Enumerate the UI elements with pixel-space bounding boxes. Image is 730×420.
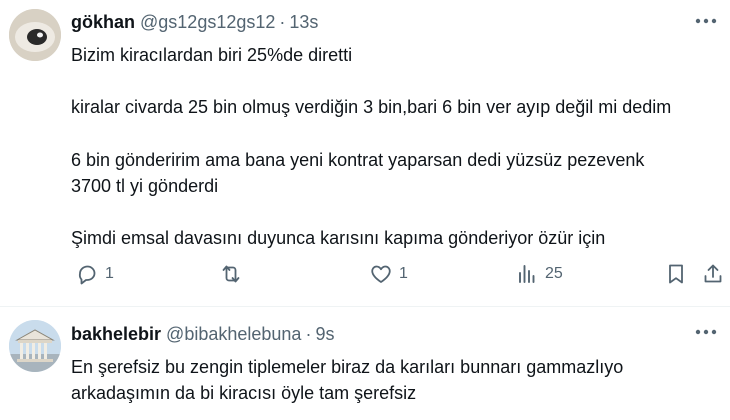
tweet-text-line: Bizim kiracılardan biri 25%de diretti xyxy=(71,45,353,65)
separator-dot: · xyxy=(305,324,312,344)
bookmark-button[interactable] xyxy=(664,262,688,286)
separator-dot: · xyxy=(279,12,286,32)
share-button[interactable] xyxy=(701,262,725,286)
like-count: 1 xyxy=(399,265,408,282)
display-name[interactable]: gökhan xyxy=(71,12,135,33)
avatar[interactable] xyxy=(9,320,61,372)
like-button[interactable]: 1 xyxy=(369,262,408,286)
tweet-text-line: arkadaşımın da bi kiracısı öyle tam şere… xyxy=(71,383,417,403)
tweet-text-line: 3700 tl yi gönderdi xyxy=(71,176,219,196)
bookmark-icon xyxy=(669,264,683,284)
user-handle[interactable]: @bibakhelebuna xyxy=(166,324,301,345)
timestamp[interactable]: 9s xyxy=(315,324,334,345)
tweet-text-line: 6 bin gönderirim ama bana yeni kontrat y… xyxy=(71,150,645,170)
avatar-image xyxy=(9,9,61,61)
reply-count: 1 xyxy=(105,265,114,282)
more-icon[interactable] xyxy=(695,16,717,26)
avatar-image xyxy=(9,320,61,372)
views-button[interactable]: 25 xyxy=(515,262,563,286)
avatar[interactable] xyxy=(9,9,61,61)
more-icon[interactable] xyxy=(695,327,717,337)
tweet-header: bakhelebir @bibakhelebuna · 9s xyxy=(71,324,334,345)
user-handle[interactable]: @gs12gs12gs12 xyxy=(140,12,275,33)
reply-icon xyxy=(78,265,96,285)
tweet-text-line: Şimdi emsal davasını duyunca karısını ka… xyxy=(71,228,606,248)
tweet-text-line: kiralar civarda 25 bin olmuş verdiğin 3 … xyxy=(71,97,672,117)
display-name[interactable]: bakhelebir xyxy=(71,324,161,345)
tweet-text-line: En şerefsiz bu zengin tiplemeler biraz d… xyxy=(71,357,624,377)
tweet[interactable]: bakhelebir @bibakhelebuna · 9s En şerefs… xyxy=(0,307,730,420)
share-icon xyxy=(704,264,722,283)
tweet-header: gökhan @gs12gs12gs12 · 13s xyxy=(71,12,318,33)
views-count: 25 xyxy=(545,265,563,282)
like-icon xyxy=(371,265,391,283)
tweet[interactable]: gökhan @gs12gs12gs12 · 13s Bizim kiracıl… xyxy=(0,0,730,307)
reply-button[interactable]: 1 xyxy=(75,262,114,286)
views-icon xyxy=(519,265,535,283)
timestamp[interactable]: 13s xyxy=(289,12,318,33)
retweet-icon xyxy=(222,265,240,283)
retweet-button[interactable] xyxy=(219,262,243,286)
tweet-actions: 1 1 25 xyxy=(71,262,722,292)
